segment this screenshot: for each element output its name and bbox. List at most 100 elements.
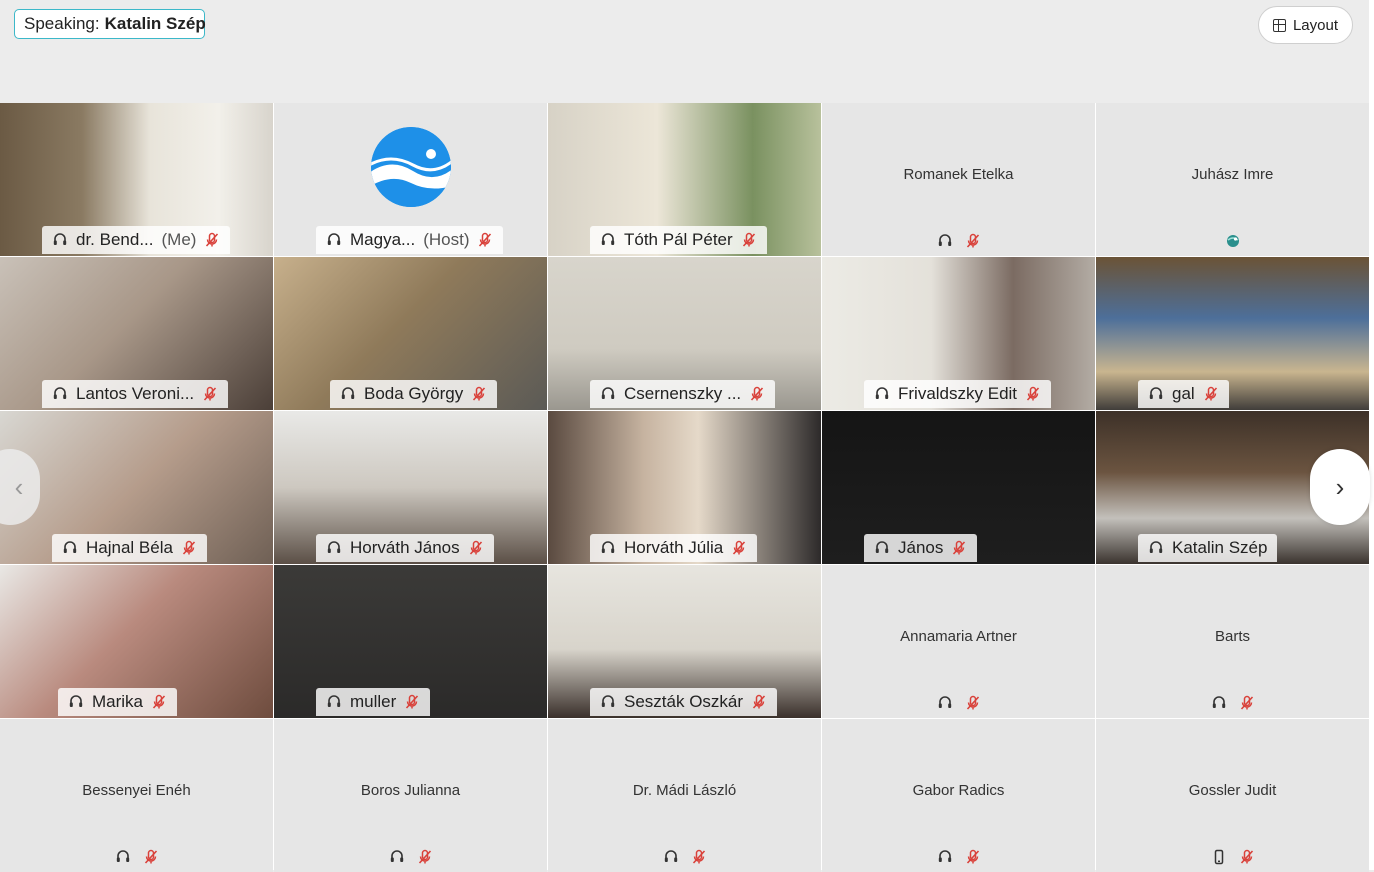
participant-video: [1096, 257, 1369, 410]
participant-tile[interactable]: Romanek Etelka: [822, 103, 1095, 256]
participant-tile[interactable]: Horváth János: [274, 411, 547, 564]
participant-nameplate: muller: [316, 688, 431, 716]
participant-name: Lantos Veroni...: [76, 384, 195, 403]
participant-name: Boda György: [364, 384, 464, 403]
participant-tile[interactable]: Seszták Oszkár: [548, 565, 821, 718]
mic-muted-icon: [404, 694, 420, 710]
participant-tile[interactable]: Bessenyei Enéh: [0, 719, 273, 872]
participant-tile[interactable]: Lantos Veroni...: [0, 257, 273, 410]
headset-icon: [1148, 386, 1164, 402]
participant-tile[interactable]: Tóth Pál Péter: [548, 103, 821, 256]
headset-icon: [52, 232, 68, 248]
participant-tile[interactable]: Gossler Judit: [1096, 719, 1369, 872]
participant-nameplate: Boda György: [330, 380, 498, 408]
participant-tile[interactable]: Barts: [1096, 565, 1369, 718]
headset-icon: [62, 540, 78, 556]
participant-nameplate: Hajnal Béla: [52, 534, 207, 562]
participant-tile[interactable]: Magya... (Host): [274, 103, 547, 256]
headset-icon: [937, 695, 953, 711]
participant-name: Bessenyei Enéh: [82, 782, 191, 799]
participant-name: Dr. Mádi László: [632, 782, 737, 799]
top-bar: Speaking: Katalin Szép Layout: [0, 0, 1374, 103]
mic-muted-icon: [751, 694, 767, 710]
phone-icon: [1211, 849, 1227, 865]
mic-muted-icon: [731, 540, 747, 556]
participant-tile[interactable]: Frivaldszky Edit: [822, 257, 1095, 410]
participant-name: János: [898, 538, 944, 557]
participant-status-icons: [1096, 695, 1369, 711]
speaking-indicator: Speaking: Katalin Szép: [14, 9, 206, 39]
layout-label: Layout: [1292, 16, 1339, 34]
participant-tile[interactable]: Dr. Mádi László: [548, 719, 821, 872]
speaking-name: Katalin Szép: [104, 14, 206, 33]
right-edge: [1369, 0, 1374, 870]
participant-tile[interactable]: Gabor Radics: [822, 719, 1095, 872]
participant-name: Boros Julianna: [360, 782, 461, 799]
headset-icon: [1148, 540, 1164, 556]
participant-grid: dr. Bend... (Me) Magya... (Host) Tóth Pál Pé…: [0, 103, 1369, 872]
participant-name: Tóth Pál Péter: [624, 230, 733, 249]
participant-nameplate: Katalin Szép: [1138, 534, 1278, 562]
participant-tile[interactable]: Csernenszky ...: [548, 257, 821, 410]
headset-icon: [600, 386, 616, 402]
chevron-left-icon: ‹: [14, 471, 24, 502]
participant-name: Romanek Etelka: [903, 166, 1014, 183]
mic-muted-icon: [691, 849, 707, 865]
participant-name: Gabor Radics: [912, 782, 1005, 799]
mic-muted-icon: [951, 540, 967, 556]
participant-nameplate: Frivaldszky Edit: [864, 380, 1052, 408]
participant-tile[interactable]: Horváth Júlia: [548, 411, 821, 564]
headset-icon: [326, 232, 342, 248]
participant-tile[interactable]: Annamaria Artner: [822, 565, 1095, 718]
mic-muted-icon: [417, 849, 433, 865]
headset-icon: [389, 849, 405, 865]
speaking-prefix: Speaking:: [24, 14, 100, 33]
participant-tile[interactable]: Boda György: [274, 257, 547, 410]
participant-status-icons: [274, 849, 547, 865]
participant-name: Csernenszky ...: [624, 384, 742, 403]
participant-tile[interactable]: Juhász Imre: [1096, 103, 1369, 256]
participant-tile[interactable]: János: [822, 411, 1095, 564]
mic-muted-icon: [1203, 386, 1219, 402]
participant-status-icons: [548, 849, 821, 865]
participant-name: Seszták Oszkár: [624, 692, 744, 711]
participant-nameplate: Magya... (Host): [316, 226, 504, 254]
headset-icon: [874, 386, 890, 402]
mic-muted-icon: [181, 540, 197, 556]
headset-icon: [937, 849, 953, 865]
headset-icon: [937, 233, 953, 249]
mic-muted-icon: [151, 694, 167, 710]
participant-tile[interactable]: muller: [274, 565, 547, 718]
participant-name: Hajnal Béla: [86, 538, 173, 557]
participant-tile[interactable]: gal: [1096, 257, 1369, 410]
mic-muted-icon: [471, 386, 487, 402]
participant-nameplate: Seszták Oszkár: [590, 688, 778, 716]
participant-nameplate: gal: [1138, 380, 1229, 408]
globe-icon: [1225, 233, 1241, 249]
next-page-button[interactable]: ›: [1310, 449, 1370, 525]
participant-nameplate: Horváth Júlia: [590, 534, 758, 562]
participant-name: Katalin Szép: [1172, 538, 1268, 557]
participant-tile[interactable]: Marika: [0, 565, 273, 718]
headset-icon: [326, 694, 342, 710]
headset-icon: [68, 694, 84, 710]
mic-muted-icon: [204, 232, 220, 248]
mic-muted-icon: [965, 849, 981, 865]
participant-tile[interactable]: Boros Julianna: [274, 719, 547, 872]
participant-name: Frivaldszky Edit: [898, 384, 1018, 403]
participant-status-icons: [1096, 233, 1369, 249]
participant-tile[interactable]: dr. Bend... (Me): [0, 103, 273, 256]
layout-button[interactable]: Layout: [1258, 6, 1353, 44]
participant-nameplate: Lantos Veroni...: [42, 380, 229, 408]
host-logo-icon: [371, 127, 451, 207]
participant-status-icons: [822, 849, 1095, 865]
participant-name: Horváth János: [350, 538, 460, 557]
participant-nameplate: Marika: [58, 688, 178, 716]
mic-muted-icon: [965, 233, 981, 249]
participant-name: Juhász Imre: [1191, 166, 1274, 183]
participant-name: Marika: [92, 692, 144, 711]
participant-role-tag: (Host): [423, 230, 470, 249]
participant-name: muller: [350, 692, 397, 711]
participant-tile[interactable]: Hajnal Béla: [0, 411, 273, 564]
mic-muted-icon: [468, 540, 484, 556]
